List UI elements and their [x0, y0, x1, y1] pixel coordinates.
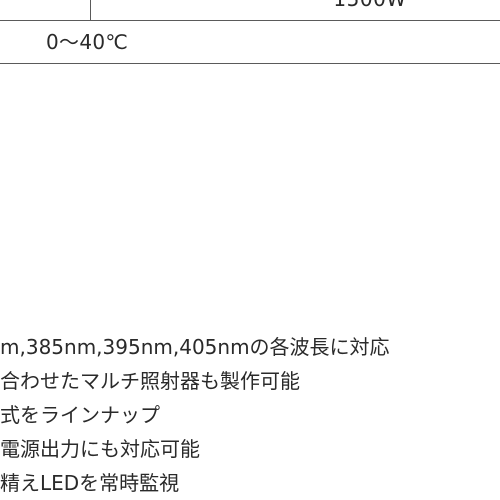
spec-row-temperature: 0〜40℃: [0, 21, 500, 64]
feature-item-multi-irradiator: 合わせたマルチ照射器も製作可能: [0, 369, 300, 393]
feature-item-led-monitoring: 精えLEDを常時監視: [0, 471, 180, 495]
spec-page: 1500W 0〜40℃ m,385nm,395nm,405nmの各波長に対応 合…: [0, 0, 500, 500]
spec-row-power: 1500W: [0, 0, 500, 21]
spec-table: 1500W 0〜40℃: [0, 0, 500, 64]
temperature-value: 0〜40℃: [46, 30, 129, 54]
feature-item-power-output: 電源出力にも対応可能: [0, 437, 200, 461]
feature-list: m,385nm,395nm,405nmの各波長に対応 合わせたマルチ照射器も製作…: [0, 330, 500, 500]
feature-item-lineup: 式をラインナップ: [0, 403, 160, 427]
power-value: 1500W: [300, 0, 440, 11]
feature-item-wavelengths: m,385nm,395nm,405nmの各波長に対応: [0, 335, 390, 359]
column-divider: [90, 0, 91, 20]
